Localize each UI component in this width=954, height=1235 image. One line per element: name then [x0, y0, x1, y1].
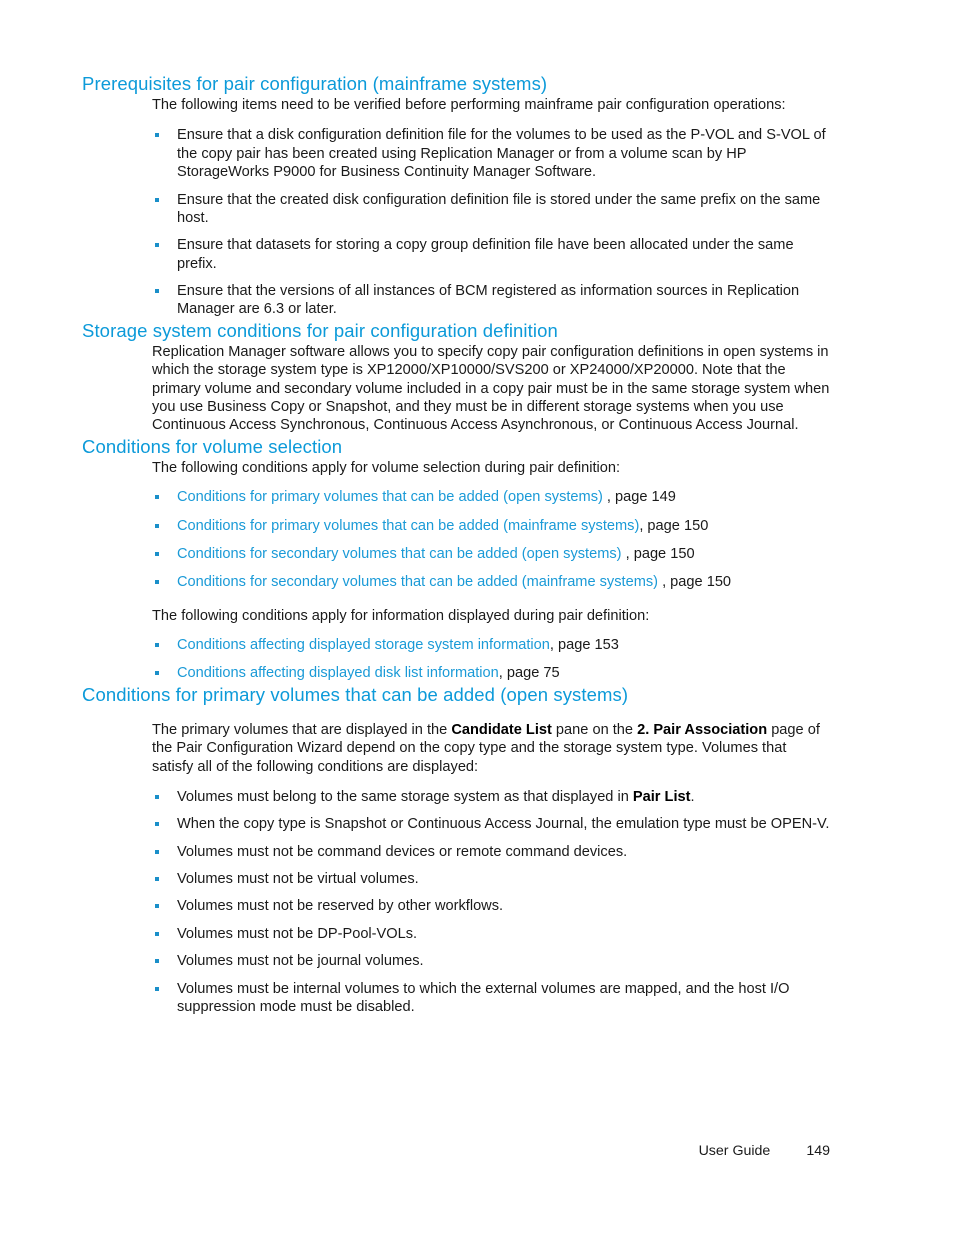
bullet-icon: [155, 904, 159, 909]
bullet-icon: [155, 849, 159, 854]
list-item: When the copy type is Snapshot or Contin…: [152, 815, 830, 833]
heading-storage-system-conditions: Storage system conditions for pair confi…: [82, 319, 558, 341]
pair-list-term: Pair List: [632, 788, 691, 805]
list-item-text: Volumes must belong to the same storage …: [177, 788, 633, 805]
bullet-icon: [155, 551, 159, 556]
cross-reference-link[interactable]: Conditions for primary volumes that can …: [177, 518, 639, 534]
bullet-icon: [155, 580, 159, 585]
list-item: Conditions for secondary volumes that ca…: [152, 545, 830, 563]
bullet-icon: [155, 133, 159, 138]
list-item-text: When the copy type is Snapshot or Contin…: [177, 816, 830, 833]
list-item: Volumes must not be reserved by other wo…: [152, 897, 830, 915]
bullet-icon: [155, 289, 159, 294]
heading-primary-volumes-open-systems: Conditions for primary volumes that can …: [82, 683, 629, 705]
bullet-icon: [155, 643, 159, 648]
list-item-text: Volumes must be internal volumes to whic…: [177, 980, 790, 1015]
prerequisites-body: The following items need to be verified …: [152, 96, 830, 319]
cross-reference-link[interactable]: Conditions affecting displayed storage s…: [177, 637, 550, 653]
pair-association-term: 2. Pair Association: [637, 721, 768, 738]
storage-system-conditions-body: Replication Manager software allows you …: [152, 343, 830, 435]
list-item-suffix: .: [690, 788, 695, 805]
list-item: Ensure that a disk configuration definit…: [152, 126, 830, 181]
list-item-text: Volumes must not be virtual volumes.: [177, 871, 419, 888]
bullet-icon: [155, 495, 159, 500]
primary-volumes-open-body: The primary volumes that are displayed i…: [152, 721, 830, 1017]
paragraph-part-2: pane on the: [551, 721, 638, 738]
volume-selection-intro: The following conditions apply for volum…: [152, 459, 621, 476]
cross-reference-page: , page 153: [549, 637, 619, 654]
bullet-icon: [155, 986, 159, 991]
primary-volumes-paragraph: The primary volumes that are displayed i…: [152, 721, 830, 776]
cross-reference-link[interactable]: Conditions for secondary volumes that ca…: [177, 546, 622, 562]
storage-system-conditions-paragraph: Replication Manager software allows you …: [152, 343, 830, 434]
bullet-icon: [155, 671, 159, 676]
cross-reference-link[interactable]: Conditions for primary volumes that can …: [177, 489, 603, 505]
page-content: Prerequisites for pair configuration (ma…: [82, 72, 830, 1016]
prerequisites-bullet-list: Ensure that a disk configuration definit…: [152, 126, 830, 318]
list-item-text: Volumes must not be DP-Pool-VOLs.: [177, 925, 418, 942]
list-item: Conditions for primary volumes that can …: [152, 517, 830, 535]
list-item-text: Ensure that datasets for storing a copy …: [177, 237, 794, 272]
bullet-icon: [155, 931, 159, 936]
list-item: Volumes must not be command devices or r…: [152, 843, 830, 861]
page-footer: User Guide 149: [0, 1143, 954, 1167]
prerequisites-intro: The following items need to be verified …: [152, 97, 786, 114]
cross-reference-page: , page 150: [621, 545, 695, 562]
heading-prerequisites: Prerequisites for pair configuration (ma…: [82, 73, 548, 94]
cross-reference-page: , page 150: [658, 574, 732, 591]
cross-reference-page: , page 75: [498, 665, 560, 682]
cross-reference-page: , page 150: [639, 517, 709, 534]
candidate-list-term: Candidate List: [451, 721, 552, 738]
list-item: Conditions affecting displayed storage s…: [152, 636, 830, 654]
volume-selection-body: The following conditions apply for volum…: [152, 459, 830, 683]
list-item: Ensure that datasets for storing a copy …: [152, 236, 830, 273]
bullet-icon: [155, 877, 159, 882]
cross-reference-link[interactable]: Conditions affecting displayed disk list…: [177, 665, 499, 681]
list-item-text: Volumes must not be reserved by other wo…: [177, 898, 504, 915]
list-item: Volumes must belong to the same storage …: [152, 788, 830, 806]
footer-content: User Guide 149: [699, 1143, 830, 1159]
bullet-icon: [155, 523, 159, 528]
list-item-text: Ensure that the created disk configurati…: [177, 191, 821, 226]
list-item: Conditions for primary volumes that can …: [152, 488, 830, 506]
cross-reference-link[interactable]: Conditions for secondary volumes that ca…: [177, 574, 658, 590]
primary-volumes-bullet-list: Volumes must belong to the same storage …: [152, 788, 830, 1016]
list-item: Volumes must be internal volumes to whic…: [152, 980, 830, 1017]
list-item: Ensure that the versions of all instance…: [152, 282, 830, 319]
bullet-icon: [155, 822, 159, 827]
list-item-text: Ensure that a disk configuration definit…: [177, 127, 826, 181]
paragraph-part-1: The primary volumes that are displayed i…: [152, 721, 452, 738]
cross-reference-page: , page 149: [602, 489, 676, 506]
list-item: Volumes must not be journal volumes.: [152, 952, 830, 970]
bullet-icon: [155, 197, 159, 202]
footer-page-number: 149: [806, 1143, 830, 1159]
list-item-text: Volumes must not be journal volumes.: [177, 953, 424, 970]
list-item-text: Ensure that the versions of all instance…: [177, 283, 800, 318]
information-link-list: Conditions affecting displayed storage s…: [152, 636, 830, 683]
document-page: Prerequisites for pair configuration (ma…: [0, 0, 954, 1235]
footer-document-title: User Guide: [698, 1143, 771, 1159]
bullet-icon: [155, 959, 159, 964]
list-item: Conditions for secondary volumes that ca…: [152, 573, 830, 591]
list-item: Volumes must not be DP-Pool-VOLs.: [152, 925, 830, 943]
bullet-icon: [155, 243, 159, 248]
list-item: Conditions affecting displayed disk list…: [152, 664, 830, 682]
bullet-icon: [155, 794, 159, 799]
information-display-intro: The following conditions apply for infor…: [152, 607, 650, 624]
list-item-text: Volumes must not be command devices or r…: [177, 843, 628, 860]
list-item: Ensure that the created disk configurati…: [152, 191, 830, 228]
heading-volume-selection: Conditions for volume selection: [82, 435, 343, 457]
list-item: Volumes must not be virtual volumes.: [152, 870, 830, 888]
volume-selection-link-list: Conditions for primary volumes that can …: [152, 488, 830, 592]
